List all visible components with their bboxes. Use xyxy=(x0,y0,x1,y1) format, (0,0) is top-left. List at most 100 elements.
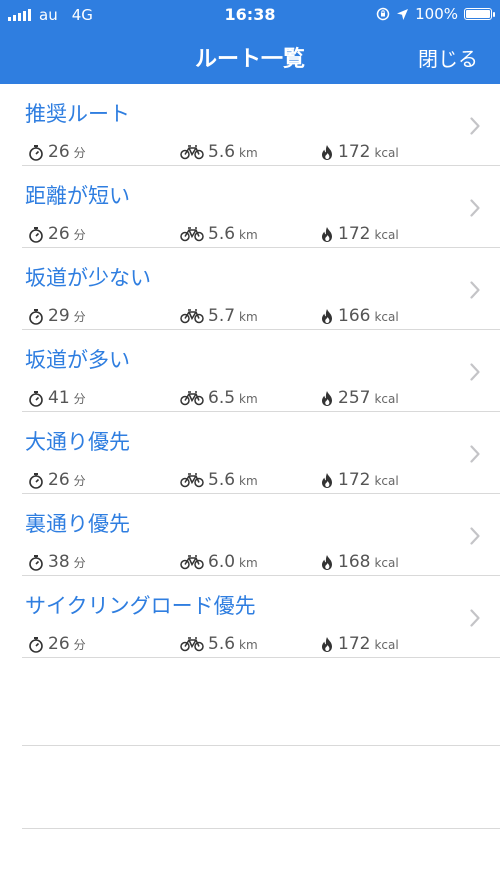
divider xyxy=(22,745,500,746)
status-bar: au 4G 16:38 100% xyxy=(0,0,500,28)
duration-unit: 分 xyxy=(73,474,86,488)
bicycle-icon xyxy=(180,226,204,242)
calories-value: 172 xyxy=(338,142,371,162)
duration-unit: 分 xyxy=(73,638,86,652)
route-name: 推奨ルート xyxy=(25,102,130,126)
route-metrics: 26 分 5.6 km 172 kcal xyxy=(28,634,498,654)
flame-icon xyxy=(320,554,334,571)
bicycle-icon xyxy=(180,144,204,160)
route-metrics: 29 分 5.7 km 166 kcal xyxy=(28,306,498,326)
calories-value: 172 xyxy=(338,224,371,244)
route-row[interactable]: 距離が短い 26 分 5.6 km 172 kcal xyxy=(0,166,500,248)
route-row[interactable]: 坂道が少ない 29 分 5.7 km 166 kcal xyxy=(0,248,500,330)
route-list: 推奨ルート 26 分 5.6 km 172 kcal 距離が短い 26 分 5.6 km 172 kcal… xyxy=(0,84,500,658)
flame-icon xyxy=(320,636,334,653)
calories-unit: kcal xyxy=(374,310,399,324)
route-name: 大通り優先 xyxy=(25,430,130,454)
distance-unit: km xyxy=(239,474,258,488)
flame-icon xyxy=(320,390,334,407)
calories-unit: kcal xyxy=(374,556,399,570)
duration-value: 26 xyxy=(48,142,70,162)
duration-value: 38 xyxy=(48,552,70,572)
stopwatch-icon xyxy=(28,308,44,325)
flame-icon xyxy=(320,472,334,489)
chevron-right-icon xyxy=(470,445,480,467)
duration-value: 26 xyxy=(48,224,70,244)
bicycle-icon xyxy=(180,554,204,570)
flame-icon xyxy=(320,226,334,243)
chevron-right-icon xyxy=(470,527,480,549)
bicycle-icon xyxy=(180,308,204,324)
route-row[interactable]: 裏通り優先 38 分 6.0 km 168 kcal xyxy=(0,494,500,576)
distance-unit: km xyxy=(239,310,258,324)
chevron-right-icon xyxy=(470,117,480,139)
chevron-right-icon xyxy=(470,281,480,303)
distance-unit: km xyxy=(239,556,258,570)
close-button[interactable]: 閉じる xyxy=(418,43,478,72)
divider xyxy=(22,828,500,829)
distance-unit: km xyxy=(239,146,258,160)
distance-value: 5.6 xyxy=(208,470,236,490)
stopwatch-icon xyxy=(28,472,44,489)
calories-unit: kcal xyxy=(374,392,399,406)
stopwatch-icon xyxy=(28,390,44,407)
divider xyxy=(22,657,500,658)
distance-value: 6.0 xyxy=(208,552,236,572)
distance-value: 5.6 xyxy=(208,142,236,162)
navigation-header: au 4G 16:38 100% ルート一覧 閉じる xyxy=(0,0,500,84)
chevron-right-icon xyxy=(470,199,480,221)
duration-value: 26 xyxy=(48,634,70,654)
bicycle-icon xyxy=(180,390,204,406)
route-name: 距離が短い xyxy=(25,184,130,208)
route-row[interactable]: 坂道が多い 41 分 6.5 km 257 kcal xyxy=(0,330,500,412)
distance-value: 5.7 xyxy=(208,306,236,326)
route-metrics: 41 分 6.5 km 257 kcal xyxy=(28,388,498,408)
battery-icon xyxy=(464,8,495,20)
duration-unit: 分 xyxy=(73,392,86,406)
distance-unit: km xyxy=(239,638,258,652)
distance-value: 5.6 xyxy=(208,224,236,244)
route-row[interactable]: 大通り優先 26 分 5.6 km 172 kcal xyxy=(0,412,500,494)
route-metrics: 26 分 5.6 km 172 kcal xyxy=(28,142,498,162)
stopwatch-icon xyxy=(28,144,44,161)
stopwatch-icon xyxy=(28,554,44,571)
stopwatch-icon xyxy=(28,636,44,653)
calories-value: 172 xyxy=(338,634,371,654)
distance-unit: km xyxy=(239,228,258,242)
duration-unit: 分 xyxy=(73,228,86,242)
distance-value: 5.6 xyxy=(208,634,236,654)
chevron-right-icon xyxy=(470,609,480,631)
route-metrics: 38 分 6.0 km 168 kcal xyxy=(28,552,498,572)
calories-value: 168 xyxy=(338,552,371,572)
calories-unit: kcal xyxy=(374,474,399,488)
duration-value: 41 xyxy=(48,388,70,408)
route-name: 坂道が少ない xyxy=(25,266,151,290)
duration-unit: 分 xyxy=(73,146,86,160)
calories-value: 172 xyxy=(338,470,371,490)
calories-value: 257 xyxy=(338,388,371,408)
route-metrics: 26 分 5.6 km 172 kcal xyxy=(28,470,498,490)
stopwatch-icon xyxy=(28,226,44,243)
duration-unit: 分 xyxy=(73,556,86,570)
route-row[interactable]: 推奨ルート 26 分 5.6 km 172 kcal xyxy=(0,84,500,166)
location-arrow-icon xyxy=(397,8,409,20)
duration-unit: 分 xyxy=(73,310,86,324)
battery-percentage: 100% xyxy=(415,5,458,23)
calories-unit: kcal xyxy=(374,146,399,160)
flame-icon xyxy=(320,308,334,325)
flame-icon xyxy=(320,144,334,161)
calories-unit: kcal xyxy=(374,228,399,242)
distance-value: 6.5 xyxy=(208,388,236,408)
distance-unit: km xyxy=(239,392,258,406)
rotation-lock-icon xyxy=(376,7,390,21)
route-metrics: 26 分 5.6 km 172 kcal xyxy=(28,224,498,244)
calories-value: 166 xyxy=(338,306,371,326)
route-name: 坂道が多い xyxy=(25,348,130,372)
bicycle-icon xyxy=(180,472,204,488)
calories-unit: kcal xyxy=(374,638,399,652)
chevron-right-icon xyxy=(470,363,480,385)
duration-value: 29 xyxy=(48,306,70,326)
route-row[interactable]: サイクリングロード優先 26 分 5.6 km 172 kcal xyxy=(0,576,500,658)
route-name: 裏通り優先 xyxy=(25,512,130,536)
route-name: サイクリングロード優先 xyxy=(25,594,256,618)
